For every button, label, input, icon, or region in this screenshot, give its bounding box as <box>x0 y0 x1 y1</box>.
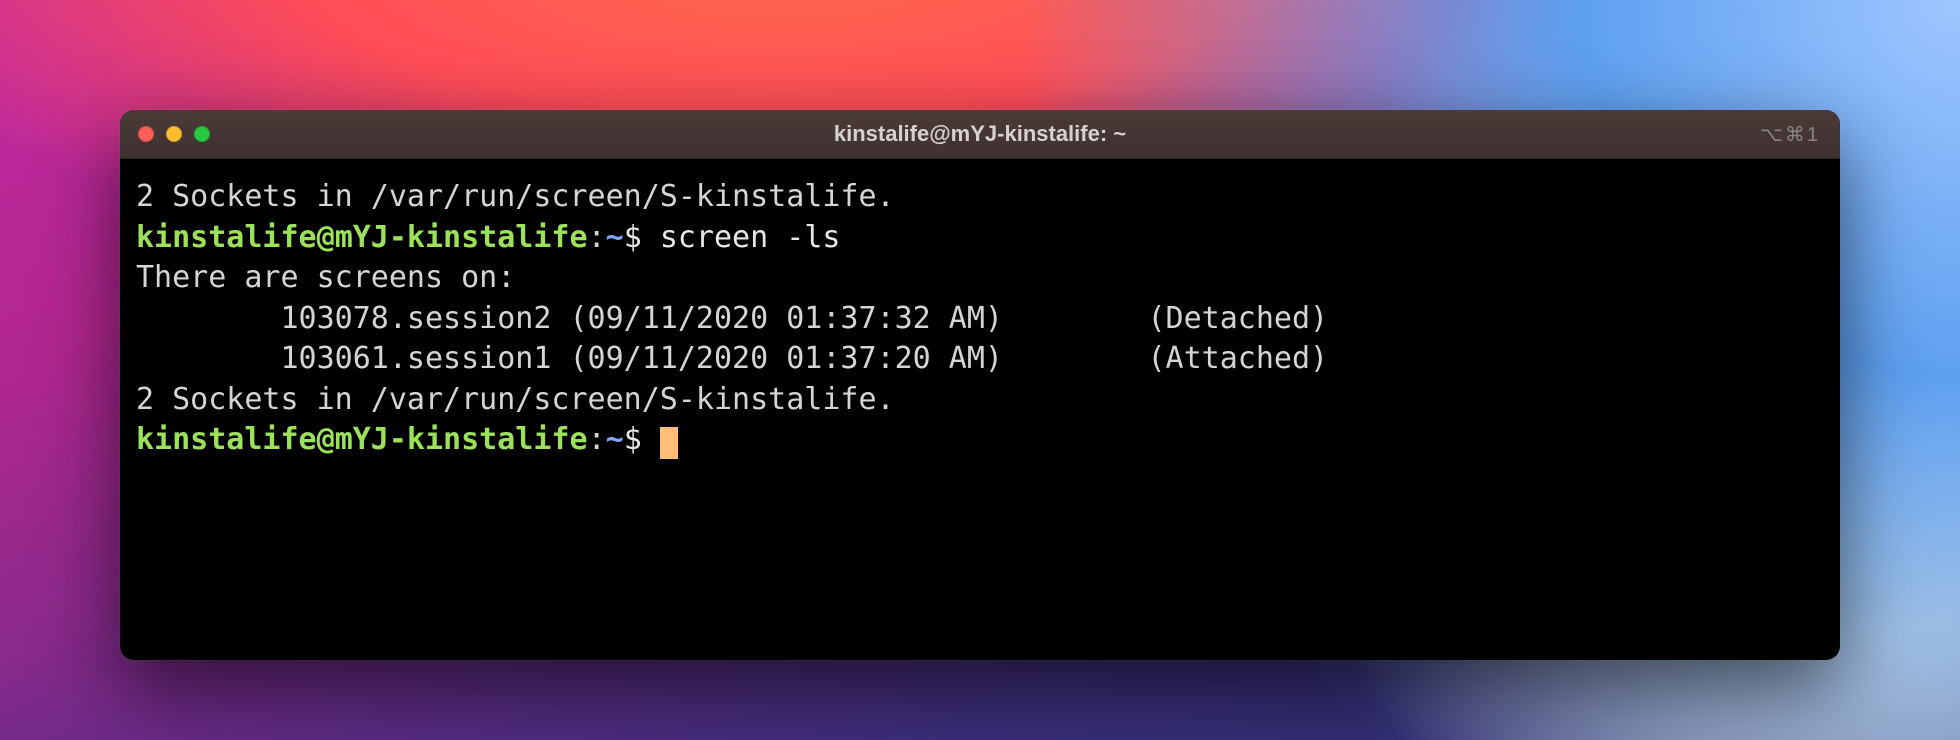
prompt-colon: : <box>588 220 606 255</box>
terminal-window: kinstalife@mYJ-kinstalife: ~ ⌥⌘1 2 Socke… <box>120 110 1840 660</box>
close-icon[interactable] <box>138 126 154 142</box>
prompt-colon: : <box>588 422 606 457</box>
output-line: 2 Sockets in /var/run/screen/S-kinstalif… <box>136 179 895 214</box>
prompt-dollar: $ <box>624 422 660 457</box>
prompt-path: ~ <box>606 220 624 255</box>
terminal-body[interactable]: 2 Sockets in /var/run/screen/S-kinstalif… <box>120 159 1840 660</box>
output-line: 2 Sockets in /var/run/screen/S-kinstalif… <box>136 382 895 417</box>
prompt-user: kinstalife <box>136 220 317 255</box>
prompt-host: mYJ-kinstalife <box>335 422 588 457</box>
prompt-host: mYJ-kinstalife <box>335 220 588 255</box>
prompt-path: ~ <box>606 422 624 457</box>
window-title: kinstalife@mYJ-kinstalife: ~ <box>120 121 1840 147</box>
prompt-dollar: $ <box>624 220 660 255</box>
prompt-user: kinstalife <box>136 422 317 457</box>
prompt-at: @ <box>317 422 335 457</box>
zoom-icon[interactable] <box>194 126 210 142</box>
window-controls <box>138 126 210 142</box>
output-line: 103078.session2 (09/11/2020 01:37:32 AM)… <box>136 301 1328 336</box>
output-line: 103061.session1 (09/11/2020 01:37:20 AM)… <box>136 341 1328 376</box>
window-shortcut-hint: ⌥⌘1 <box>1760 122 1820 147</box>
cursor-icon <box>660 427 678 459</box>
title-bar[interactable]: kinstalife@mYJ-kinstalife: ~ ⌥⌘1 <box>120 110 1840 159</box>
command-text: screen -ls <box>660 220 841 255</box>
prompt-at: @ <box>317 220 335 255</box>
minimize-icon[interactable] <box>166 126 182 142</box>
output-line: There are screens on: <box>136 260 515 295</box>
